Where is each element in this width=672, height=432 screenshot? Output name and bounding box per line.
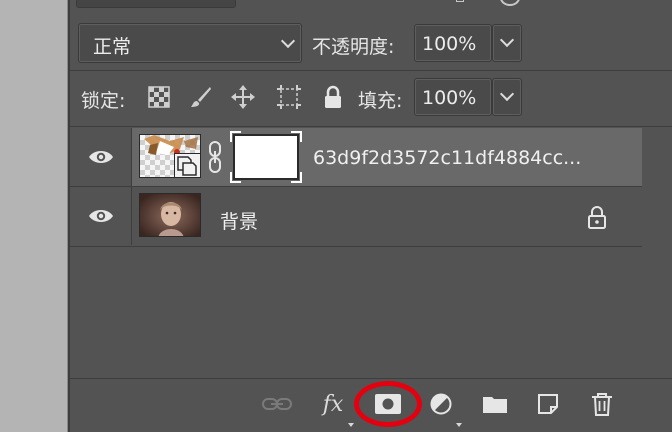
layer-visibility-toggle[interactable] — [70, 187, 132, 245]
new-layer-icon[interactable] — [533, 389, 563, 419]
opacity-input[interactable]: 100% — [414, 24, 492, 62]
smart-object-badge-icon — [174, 153, 200, 177]
group-folder-icon[interactable] — [480, 389, 510, 419]
fill-slider-button[interactable] — [492, 78, 522, 116]
layer-style-fx-icon[interactable]: fx — [318, 389, 348, 419]
opacity-slider-button[interactable] — [492, 24, 522, 62]
divider — [70, 70, 672, 71]
fill-input[interactable]: 100% — [414, 78, 492, 116]
scroll-gutter — [642, 128, 672, 378]
chain-link-icon[interactable] — [208, 141, 222, 177]
layer-thumbnail — [139, 134, 201, 178]
layer-row-background[interactable]: 背景 — [70, 187, 642, 245]
fill-label: 填充: — [358, 90, 403, 112]
layer-name[interactable]: 背景 — [220, 207, 258, 234]
chevron-down-icon — [499, 86, 515, 102]
opacity-value: 100% — [422, 33, 477, 55]
divider — [70, 246, 642, 247]
layers-panel: 正常 不透明度: 100% 锁定: 填充: 100% 63d9f2d3572c1… — [68, 0, 672, 432]
layer-thumbnail — [139, 193, 201, 237]
truncated-knob — [500, 0, 520, 6]
chevron-down-icon — [280, 33, 296, 49]
layer-row-smart-object[interactable]: 63d9f2d3572c11df4884cc... — [70, 128, 642, 186]
blend-mode-select[interactable]: 正常 — [78, 23, 302, 63]
lock-label: 锁定: — [81, 90, 126, 112]
layer-mask-thumbnail[interactable] — [230, 131, 302, 183]
lock-all-icon[interactable] — [320, 84, 346, 110]
submenu-indicator — [348, 423, 354, 427]
lock-artboard-icon[interactable] — [276, 84, 302, 110]
layer-lock-icon — [587, 205, 607, 233]
chevron-down-icon — [499, 32, 515, 48]
truncated-tick — [456, 0, 464, 2]
layer-name[interactable]: 63d9f2d3572c11df4884cc... — [313, 147, 581, 169]
lock-position-icon[interactable] — [230, 84, 256, 110]
truncated-control — [76, 0, 236, 8]
canvas-edge — [0, 0, 68, 432]
blend-mode-value: 正常 — [93, 36, 132, 58]
eye-icon — [88, 210, 113, 222]
fill-value: 100% — [422, 87, 477, 109]
opacity-label: 不透明度: — [312, 36, 395, 58]
lock-transparent-pixels-icon[interactable] — [146, 84, 172, 110]
fx-label: fx — [322, 391, 344, 417]
eye-icon — [88, 151, 113, 163]
adjustment-layer-icon[interactable] — [426, 389, 456, 419]
submenu-indicator — [456, 423, 462, 427]
annotation-highlight-ring — [354, 381, 422, 427]
lock-image-pixels-icon[interactable] — [188, 84, 214, 110]
delete-trash-icon[interactable] — [587, 389, 617, 419]
link-layers-icon[interactable] — [262, 389, 292, 419]
layer-visibility-toggle[interactable] — [70, 128, 132, 186]
divider — [70, 126, 672, 127]
